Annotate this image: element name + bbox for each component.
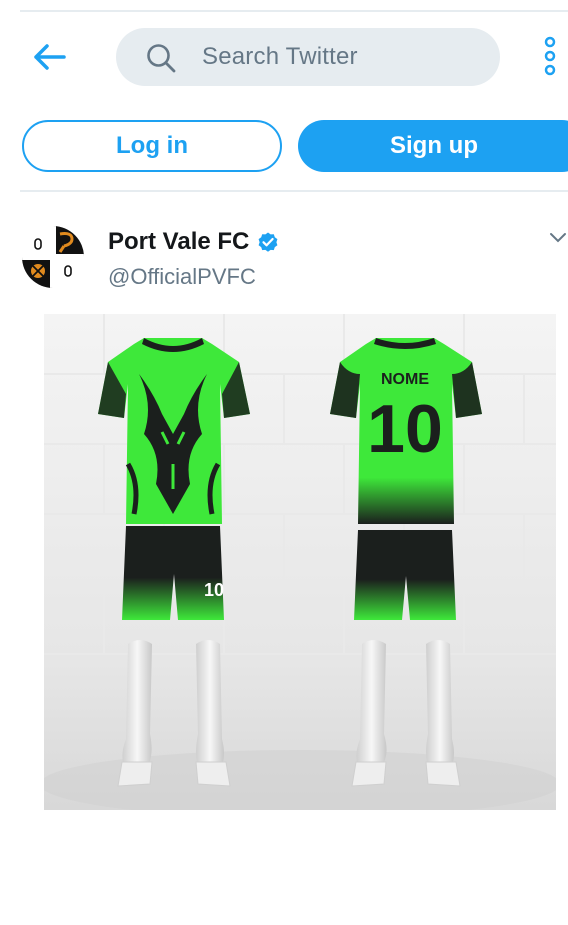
section-divider — [20, 190, 568, 192]
avatar[interactable] — [22, 226, 84, 288]
login-button[interactable]: Log in — [22, 120, 282, 172]
display-name[interactable]: Port Vale FC — [108, 228, 249, 256]
chevron-down-icon — [550, 233, 566, 243]
arrow-left-icon — [34, 44, 66, 70]
top-nav-bar: Search Twitter — [0, 26, 568, 88]
back-button[interactable] — [32, 40, 68, 74]
search-box[interactable]: Search Twitter — [116, 28, 500, 86]
author-name-row[interactable]: Port Vale FC — [108, 228, 280, 256]
search-icon — [147, 44, 176, 73]
tweet-header: Port Vale FC @OfficialPVFC — [0, 222, 568, 302]
shorts-number: 10 — [204, 580, 224, 600]
jersey-back-name: NOME — [381, 371, 429, 388]
verified-badge-icon — [258, 232, 278, 252]
user-handle[interactable]: @OfficialPVFC — [108, 264, 256, 290]
auth-buttons: Log in Sign up — [0, 120, 568, 172]
jersey-back-number: 10 — [367, 391, 443, 467]
top-divider — [20, 10, 568, 12]
club-crest-icon — [22, 226, 84, 288]
signup-button[interactable]: Sign up — [298, 120, 568, 172]
more-vertical-icon — [544, 36, 556, 76]
search-input[interactable]: Search Twitter — [202, 43, 358, 71]
football-kit-image: 10 NOME 10 — [44, 314, 556, 810]
more-options-button[interactable] — [540, 36, 560, 76]
tweet-menu-button[interactable] — [548, 230, 568, 246]
tweet-media-image[interactable]: 10 NOME 10 — [44, 314, 556, 810]
